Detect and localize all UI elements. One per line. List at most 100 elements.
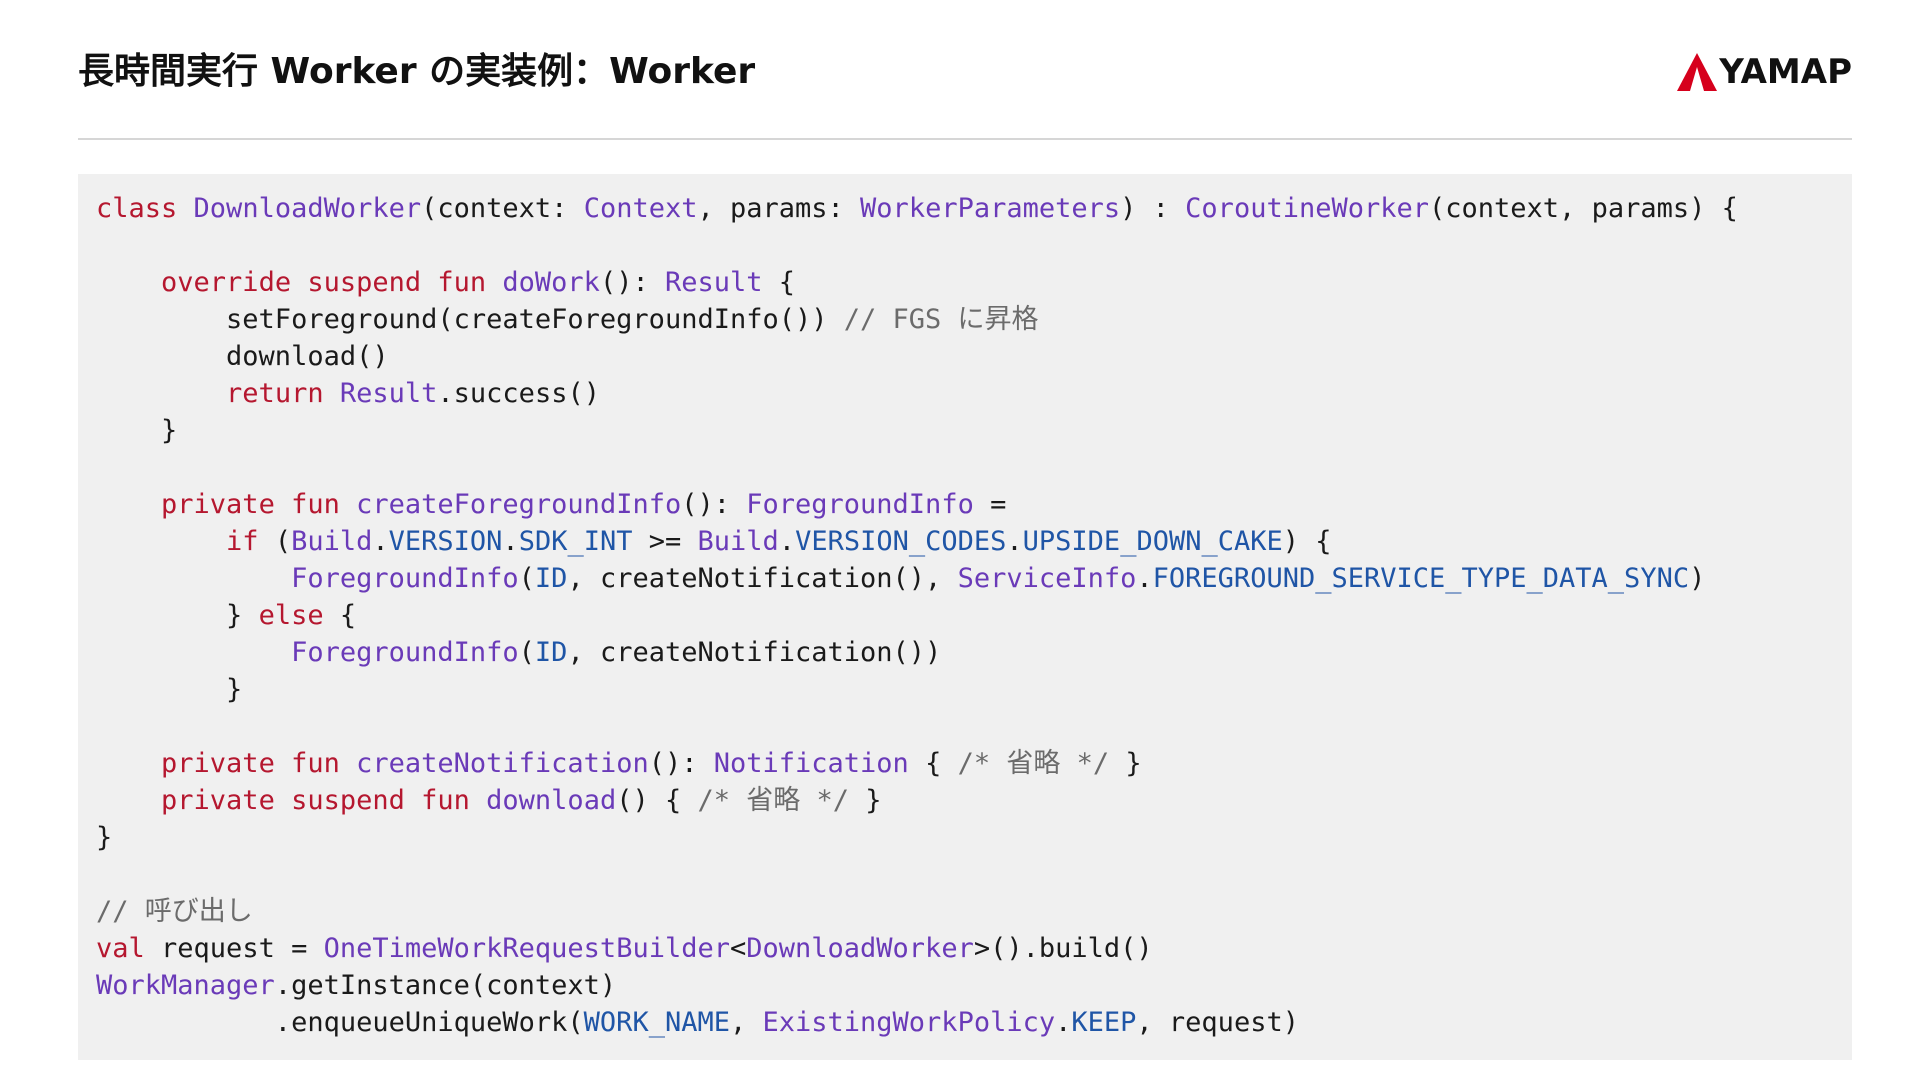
code-constant: FOREGROUND_SERVICE_TYPE_DATA_SYNC	[1152, 563, 1690, 594]
code-text: .	[1006, 526, 1023, 557]
code-text: .getInstance(context)	[274, 970, 617, 1001]
code-line: }	[96, 671, 1852, 708]
code-line: ForegroundInfo(ID, createNotification())	[96, 634, 1852, 671]
code-text: (	[258, 526, 292, 557]
code-text: .	[1055, 1007, 1072, 1038]
code-text: .	[1136, 563, 1153, 594]
code-constant: ID	[534, 637, 568, 668]
code-line: val request = OneTimeWorkRequestBuilder<…	[96, 930, 1852, 967]
code-line: private fun createNotification(): Notifi…	[96, 745, 1852, 782]
code-text: }	[96, 822, 113, 853]
code-type: OneTimeWorkRequestBuilder	[323, 933, 730, 964]
code-line: }	[96, 412, 1852, 449]
code-text: >().build()	[973, 933, 1153, 964]
code-text: <	[729, 933, 747, 964]
code-text: ():	[648, 748, 714, 779]
code-keyword: val	[96, 933, 145, 964]
code-type: ForegroundInfo	[291, 637, 519, 668]
code-line: class DownloadWorker(context: Context, p…	[96, 190, 1852, 227]
code-constant: WORK_NAME	[583, 1007, 730, 1038]
code-text: =	[973, 489, 1007, 520]
code-line: } else {	[96, 597, 1852, 634]
code-keyword: class	[96, 193, 178, 224]
code-line: override suspend fun doWork(): Result {	[96, 264, 1852, 301]
code-keyword: private fun	[161, 489, 340, 520]
code-text: ) :	[1120, 193, 1186, 224]
code-line: WorkManager.getInstance(context)	[96, 967, 1852, 1004]
code-text: (context, params) {	[1429, 193, 1738, 224]
code-type: createForegroundInfo	[356, 489, 682, 520]
code-line: ForegroundInfo(ID, createNotification(),…	[96, 560, 1852, 597]
code-text: .success()	[437, 378, 600, 409]
code-type: createNotification	[356, 748, 649, 779]
code-comment: // 呼び出し	[96, 896, 253, 927]
code-constant: KEEP	[1071, 1007, 1137, 1038]
code-text: ():	[681, 489, 747, 520]
code-text: , request)	[1136, 1007, 1299, 1038]
code-text: , createNotification(),	[567, 563, 958, 594]
code-text: (context:	[421, 193, 584, 224]
code-text: , createNotification())	[567, 637, 942, 668]
yamap-logo: YAMAP	[1677, 52, 1852, 92]
title-divider	[78, 138, 1852, 140]
code-keyword: else	[258, 600, 324, 631]
code-text: ) {	[1282, 526, 1332, 557]
code-keyword: if	[226, 526, 259, 557]
code-keyword: private suspend fun	[161, 785, 470, 816]
code-text: download()	[96, 341, 389, 372]
code-line: .enqueueUniqueWork(WORK_NAME, ExistingWo…	[96, 1004, 1852, 1041]
code-type: doWork	[502, 267, 600, 298]
code-type: DownloadWorker	[193, 193, 422, 224]
code-line: return Result.success()	[96, 375, 1852, 412]
code-block: class DownloadWorker(context: Context, p…	[78, 174, 1852, 1060]
code-text: .enqueueUniqueWork(	[96, 1007, 584, 1038]
code-constant: VERSION_CODES	[795, 526, 1007, 557]
logo-text: YAMAP	[1719, 52, 1852, 92]
code-type: ServiceInfo	[957, 563, 1137, 594]
code-text: setForeground(createForegroundInfo())	[96, 304, 844, 335]
code-comment: /* 省略 */	[957, 748, 1110, 779]
code-type: DownloadWorker	[746, 933, 974, 964]
code-type: CoroutineWorker	[1185, 193, 1430, 224]
code-type: download	[486, 785, 617, 816]
code-type: Result	[664, 267, 763, 298]
code-text: >=	[632, 526, 698, 557]
code-line: private fun createForegroundInfo(): Fore…	[96, 486, 1852, 523]
code-line: setForeground(createForegroundInfo()) //…	[96, 301, 1852, 338]
code-type: ForegroundInfo	[746, 489, 974, 520]
code-type: Build	[291, 526, 373, 557]
code-text: .	[778, 526, 796, 557]
code-text: (	[518, 563, 535, 594]
code-text: {	[908, 748, 958, 779]
code-line: if (Build.VERSION.SDK_INT >= Build.VERSI…	[96, 523, 1852, 560]
code-keyword: private fun	[161, 748, 340, 779]
code-text: }	[1109, 748, 1142, 779]
code-type: Notification	[713, 748, 909, 779]
code-line: private suspend fun download() { /* 省略 *…	[96, 782, 1852, 819]
code-line: }	[96, 819, 1852, 856]
code-type: ForegroundInfo	[291, 563, 519, 594]
slide-title: 長時間実行 Worker の実装例：Worker	[78, 51, 756, 92]
code-type: ExistingWorkPolicy	[762, 1007, 1056, 1038]
slide: 長時間実行 Worker の実装例：Worker YAMAP class Dow…	[0, 0, 1920, 1080]
code-type: WorkerParameters	[860, 193, 1121, 224]
code-text: , params:	[697, 193, 861, 224]
code-listing: class DownloadWorker(context: Context, p…	[96, 190, 1852, 1041]
code-type: Build	[697, 526, 779, 557]
